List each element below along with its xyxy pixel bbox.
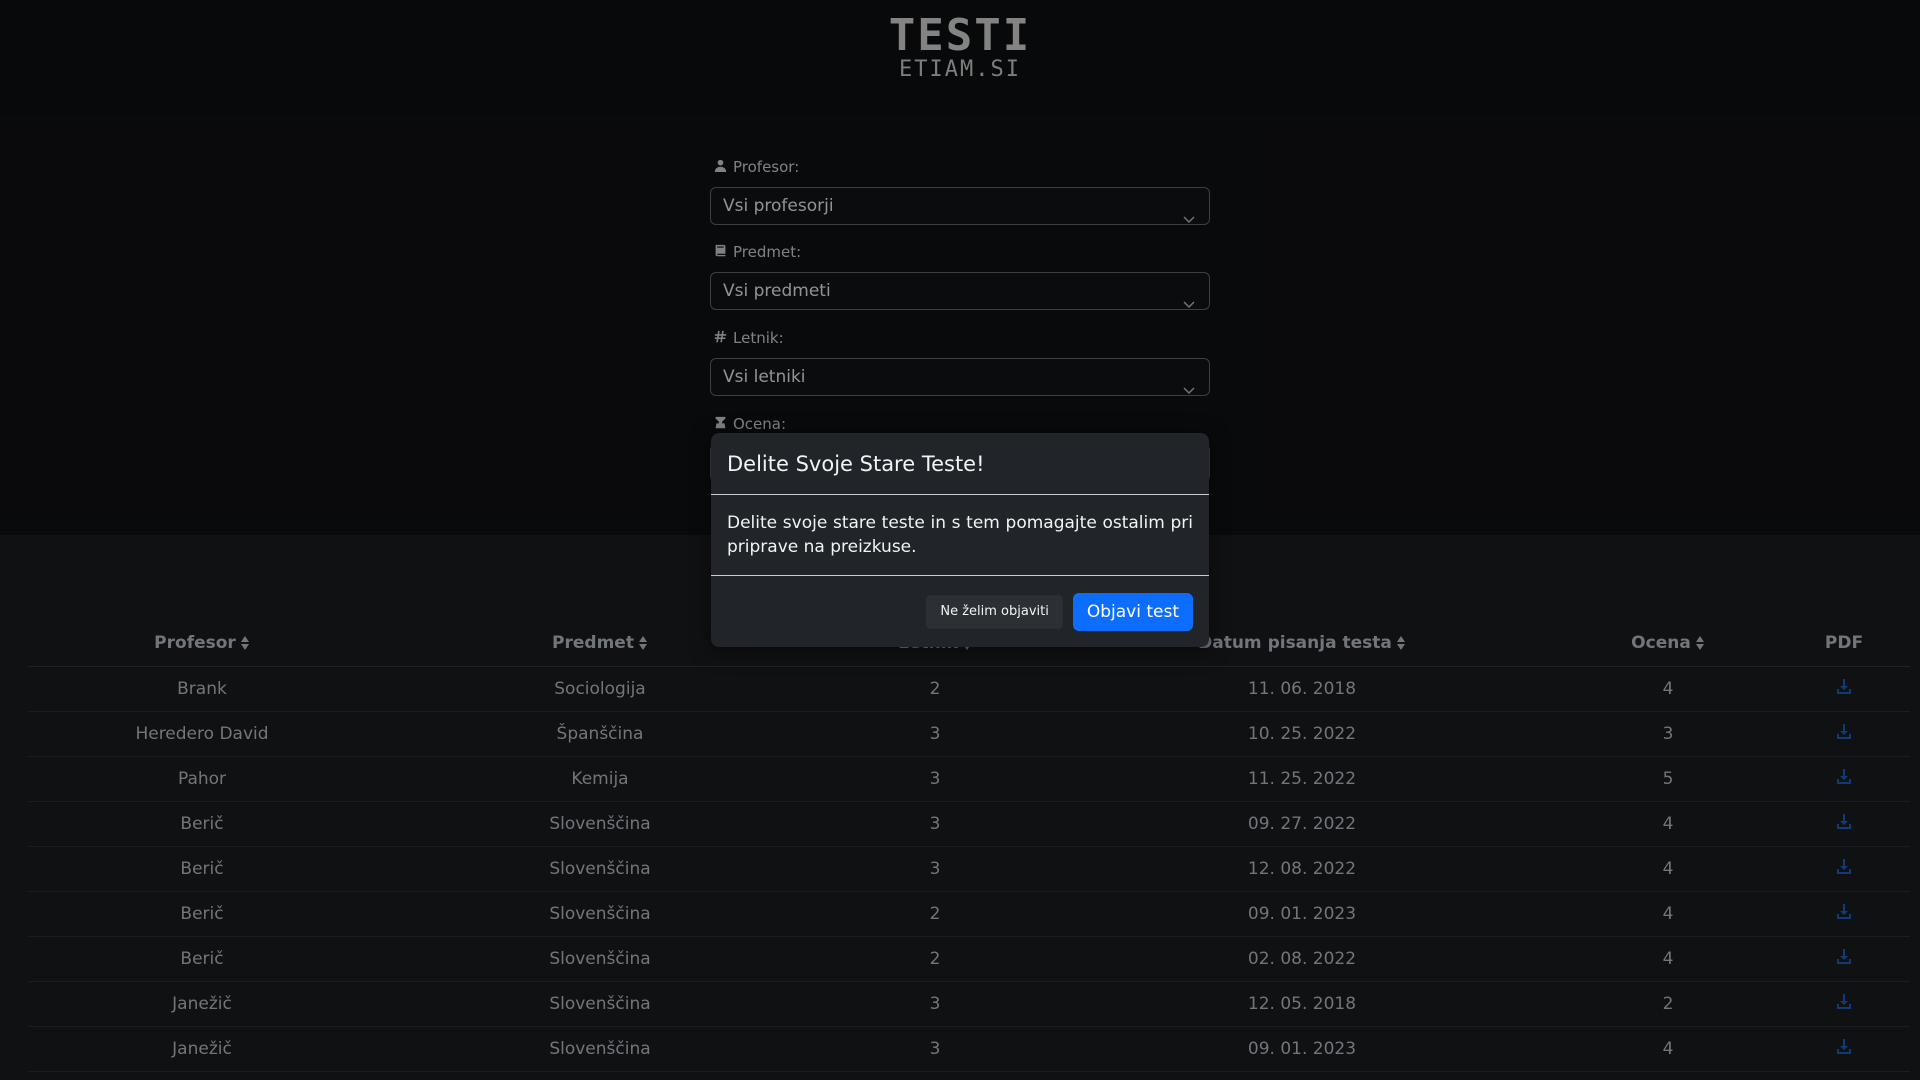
decline-button[interactable]: Ne želim objaviti (926, 594, 1063, 629)
share-tests-modal: Delite Svoje Stare Teste! Delite svoje s… (711, 433, 1209, 647)
modal-body: Delite svoje stare teste in s tem pomaga… (711, 495, 1209, 576)
modal-title: Delite Svoje Stare Teste! (727, 451, 985, 476)
modal-footer: Ne želim objaviti Objavi test (711, 576, 1209, 647)
modal-header: Delite Svoje Stare Teste! (711, 433, 1209, 495)
publish-test-button[interactable]: Objavi test (1072, 592, 1193, 631)
